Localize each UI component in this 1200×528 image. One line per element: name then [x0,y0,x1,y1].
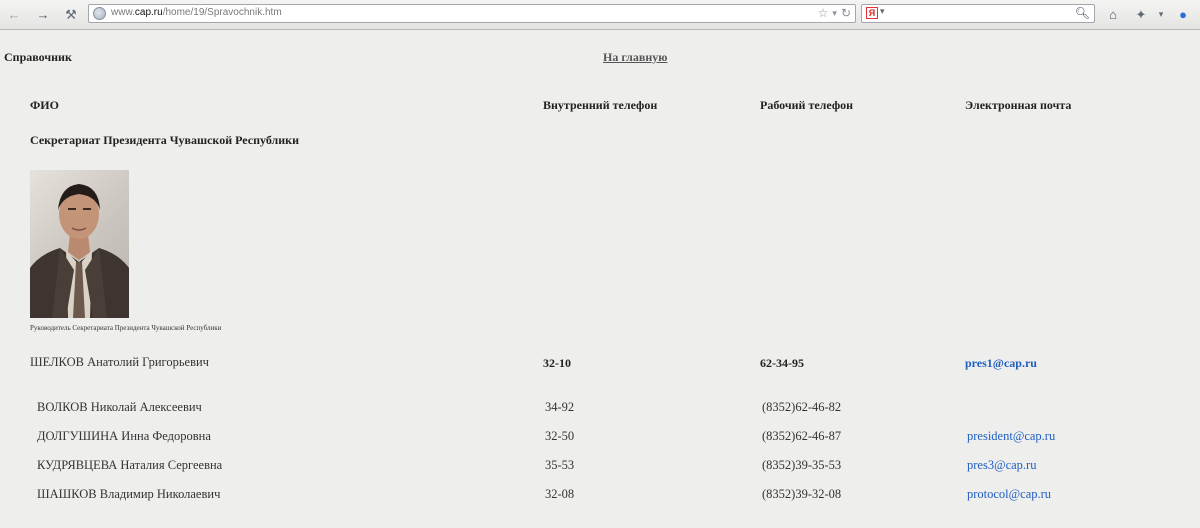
staff-internal-phone: 35-53 [545,458,575,472]
page-title: Справочник [4,50,72,64]
head-internal-phone: 32-10 [543,356,571,370]
staff-email-link[interactable]: president@cap.ru [967,429,1055,444]
globe-addon-icon[interactable]: ● [1174,5,1192,23]
dropdown-arrow-icon[interactable]: ▾ [832,6,837,20]
staff-work-phone: (8352)39-35-53 [762,458,842,472]
reload-icon[interactable]: ↻ [841,6,851,20]
staff-email-link[interactable]: protocol@cap.ru [967,487,1051,502]
staff-work-phone: (8352)62-46-87 [762,429,842,443]
forward-arrow-icon[interactable]: → [34,5,52,23]
header-fio: ФИО [30,98,59,112]
address-bar[interactable]: www.cap.ru/home/19/Spravochnik.htm ☆ ▾ ↻ [88,4,856,23]
staff-work-phone: (8352)62-46-82 [762,400,842,414]
staff-email-link[interactable]: pres3@cap.ru [967,458,1036,473]
head-work-phone: 62-34-95 [760,356,804,370]
home-icon[interactable]: ⌂ [1104,5,1122,23]
menu-dropdown-icon[interactable]: ▾ [1152,5,1170,23]
head-photo [30,170,129,318]
back-arrow-icon[interactable]: ← [5,5,23,23]
yandex-icon[interactable]: Я [866,7,878,19]
section-title: Секретариат Президента Чувашской Республ… [30,133,300,147]
search-icon[interactable]: 🔍︎ [1075,6,1090,20]
portrait-image [30,184,129,318]
globe-icon [93,7,106,20]
staff-internal-phone: 34-92 [545,400,575,414]
staff-internal-phone: 32-08 [545,487,575,501]
header-work-phone: Рабочий телефон [760,98,854,112]
staff-name: КУДРЯВЦЕВА Наталия Сергеевна [37,458,223,472]
browser-toolbar: ← → ⚒ www.cap.ru/home/19/Spravochnik.htm… [0,0,1200,30]
home-link[interactable]: На главную [603,50,667,65]
addon-icon[interactable]: ✦ [1132,5,1150,23]
url-text[interactable]: www.cap.ru/home/19/Spravochnik.htm [111,7,282,18]
search-bar[interactable]: Я ▾ 🔍︎ [861,4,1095,23]
head-email-link[interactable]: pres1@cap.ru [965,356,1037,371]
staff-name: ШАШКОВ Владимир Николаевич [37,487,221,501]
staff-name: ВОЛКОВ Николай Алексеевич [37,400,202,414]
head-name: ШЕЛКОВ Анатолий Григорьевич [30,355,209,369]
bookmark-star-icon[interactable]: ☆ [818,6,829,20]
photo-caption: Руководитель Секретариата Президента Чув… [30,324,222,332]
site-identity-icon[interactable]: ⚒ [62,5,80,23]
staff-name: ДОЛГУШИНА Инна Федоровна [37,429,211,443]
staff-internal-phone: 32-50 [545,429,575,443]
header-email: Электронная почта [965,98,1072,112]
search-engine-dropdown-icon[interactable]: ▾ [880,6,885,17]
header-internal-phone: Внутренний телефон [543,98,658,112]
staff-work-phone: (8352)39-32-08 [762,487,842,501]
